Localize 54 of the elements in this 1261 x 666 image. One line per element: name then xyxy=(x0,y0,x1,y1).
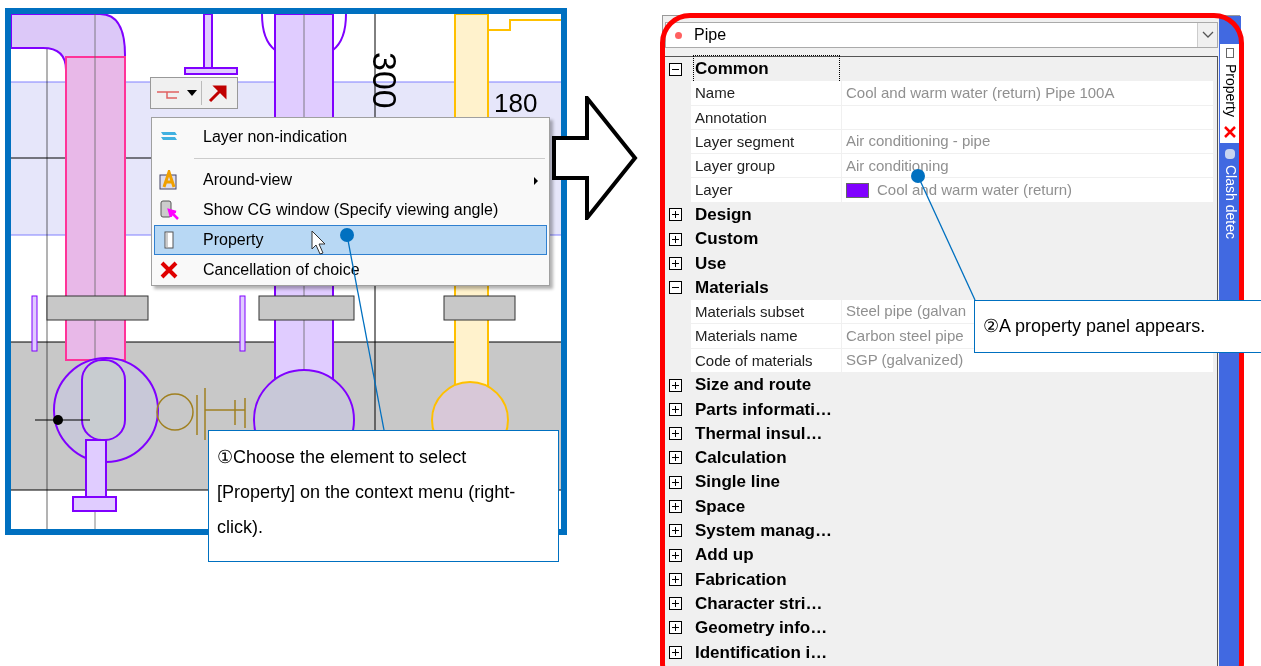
expand-icon[interactable] xyxy=(669,645,682,659)
close-icon xyxy=(159,260,179,280)
dimension-label: 300 xyxy=(366,52,404,109)
expand-icon[interactable] xyxy=(669,451,682,465)
letter-a-icon xyxy=(159,170,179,190)
pin-icon xyxy=(1225,148,1235,159)
cylinder-cursor-icon xyxy=(159,199,179,221)
property-name: Materials subset xyxy=(691,299,842,324)
expand-icon[interactable] xyxy=(669,232,682,246)
collapse-icon[interactable] xyxy=(669,62,682,76)
expand-icon[interactable] xyxy=(669,597,682,611)
expand-icon[interactable] xyxy=(669,621,682,635)
property-value: Cool and warm water (return) Pipe 100A xyxy=(846,82,1115,103)
expand-icon[interactable] xyxy=(669,572,682,586)
expand-icon[interactable] xyxy=(669,427,682,441)
expand-icon[interactable] xyxy=(669,548,682,562)
side-tab[interactable]: Property xyxy=(1220,44,1240,143)
menu-item[interactable]: Around-view xyxy=(154,165,547,195)
panel-icon xyxy=(163,231,175,249)
property-value: Carbon steel pipe xyxy=(846,325,964,346)
property-value: Air conditioning - pipe xyxy=(846,131,991,152)
property-name: Name xyxy=(691,81,842,105)
property-name: Layer group xyxy=(691,154,842,178)
close-icon[interactable] xyxy=(1223,124,1237,139)
property-name: Layer xyxy=(691,178,842,202)
expand-icon[interactable] xyxy=(669,208,682,222)
submenu-arrow-icon xyxy=(534,177,538,185)
callout-text: ②A property panel appears. xyxy=(983,315,1206,338)
expand-icon[interactable] xyxy=(669,500,682,513)
callout-text: ①Choose the element to select [Property] on the context menu (right-click). xyxy=(217,446,517,539)
property-name: Code of materials xyxy=(691,348,842,372)
menu-item[interactable]: Property xyxy=(154,225,547,255)
dimension-label: 180 xyxy=(494,88,538,118)
property-name: Annotation xyxy=(691,105,842,129)
menu-item[interactable]: Layer non-indication xyxy=(154,122,547,152)
expand-icon[interactable] xyxy=(669,524,682,538)
property-name: Materials name xyxy=(691,324,842,348)
menu-item[interactable]: Show CG window (Specify viewing angle) xyxy=(154,195,547,225)
property-value: SGP (galvanized) xyxy=(846,349,964,370)
panel-icon xyxy=(1226,48,1234,58)
object-type-dropdown[interactable]: Pipe xyxy=(665,22,1218,48)
property-name: Layer segment xyxy=(691,129,842,154)
valve-handle-drawing xyxy=(239,295,246,352)
expand-icon[interactable] xyxy=(669,257,682,270)
expand-icon[interactable] xyxy=(669,475,682,489)
property-value: Air conditioning xyxy=(846,155,949,176)
object-type-value: Pipe xyxy=(694,25,727,45)
collapse-icon[interactable] xyxy=(669,281,682,295)
valve-handle-drawing xyxy=(31,295,38,352)
valve-stem-drawing xyxy=(184,14,238,75)
property-value: Steel pipe (galvan xyxy=(846,301,967,322)
expand-icon[interactable] xyxy=(669,402,682,416)
expand-icon[interactable] xyxy=(669,378,682,392)
dropdown-caret-icon[interactable] xyxy=(187,89,197,97)
